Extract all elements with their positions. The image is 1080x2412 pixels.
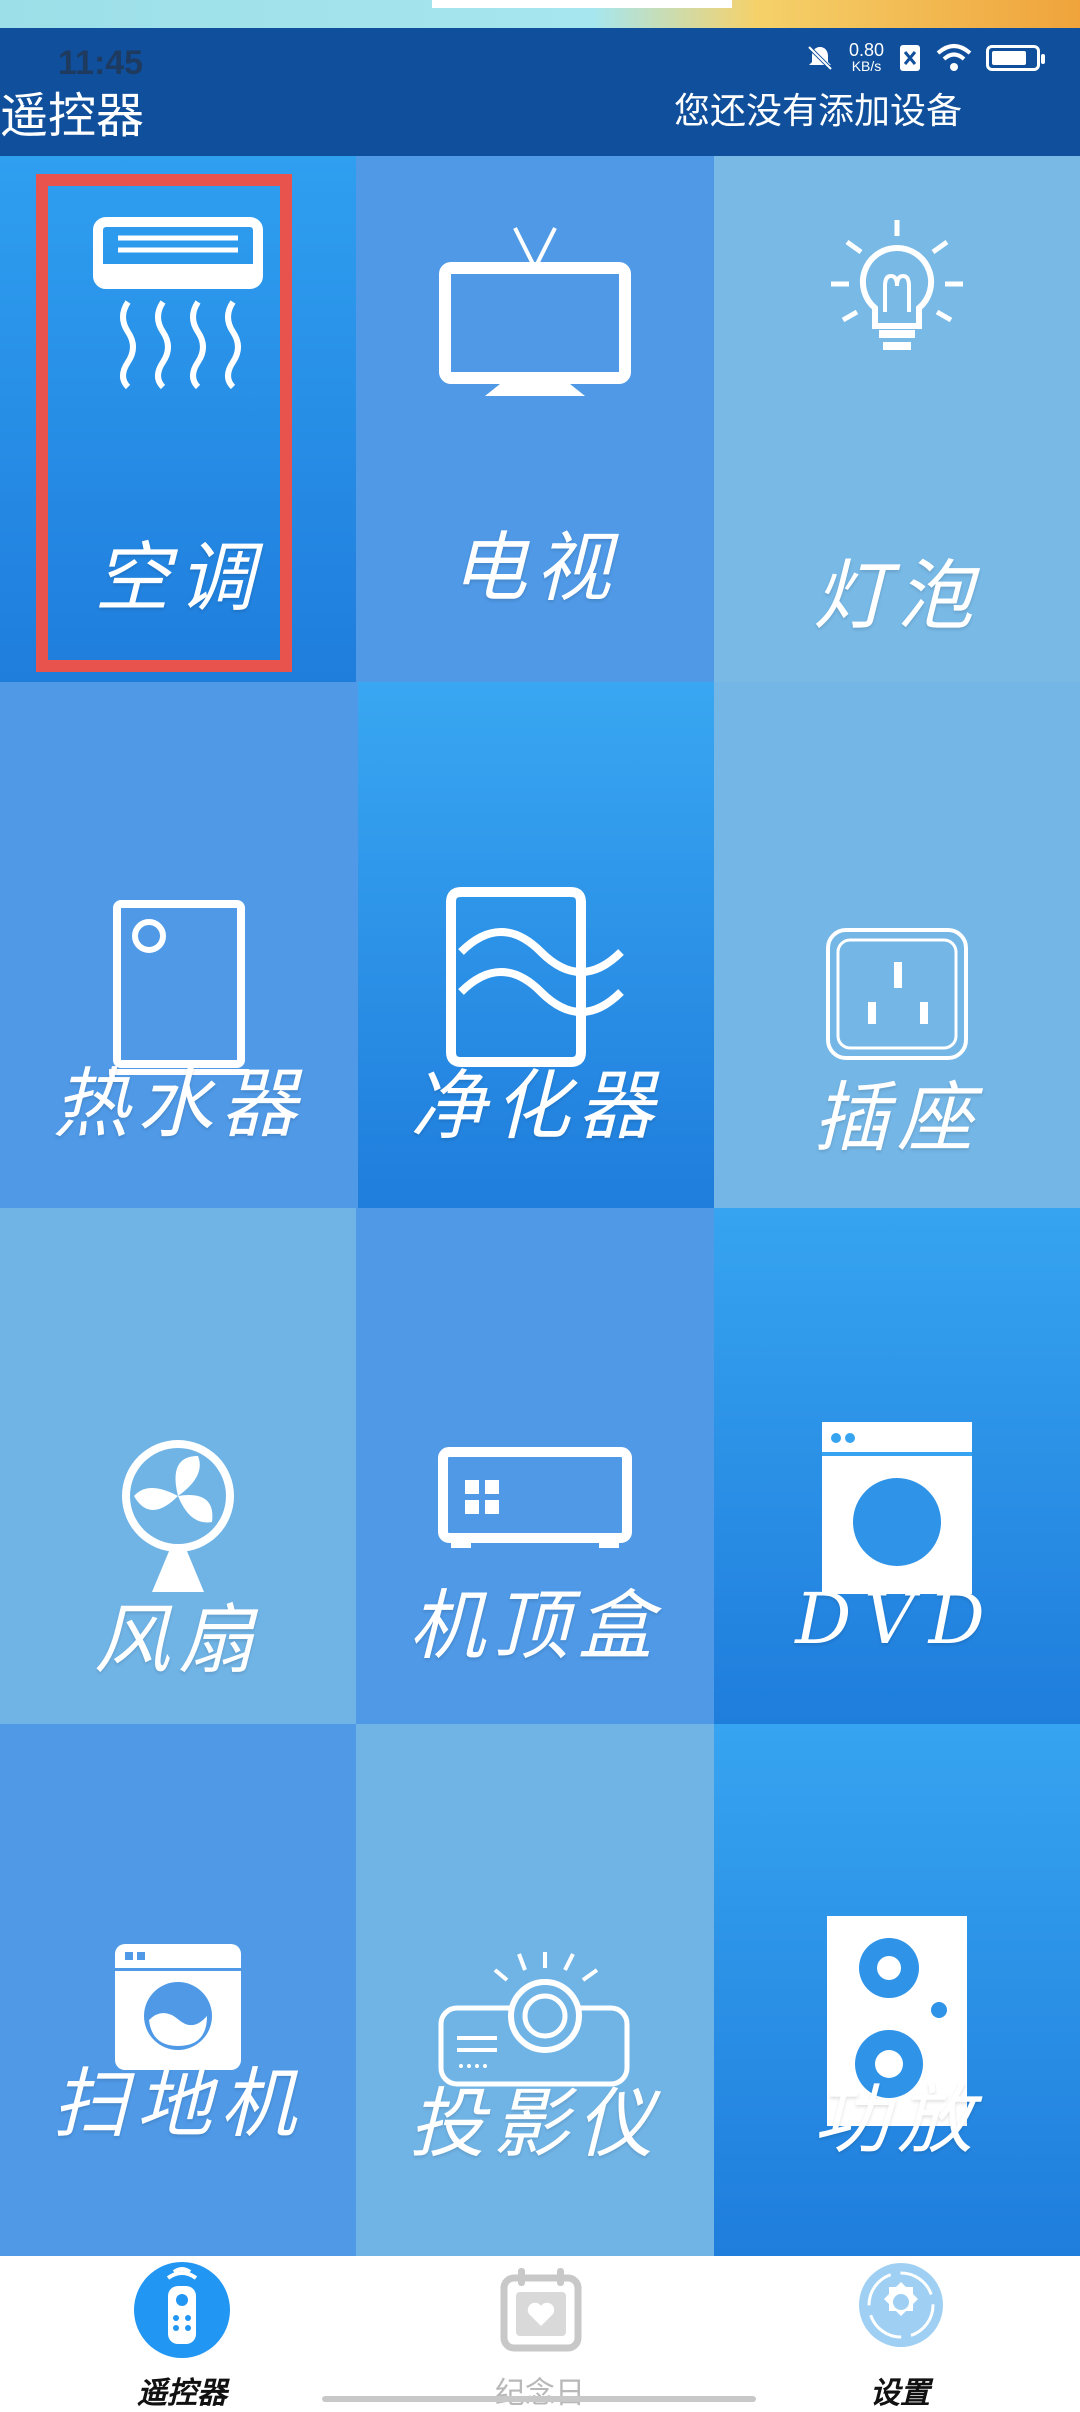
nav-label: 设置 xyxy=(870,2376,930,2411)
tile-label: 灯泡 xyxy=(813,551,981,640)
speed-value: 0.80 xyxy=(848,40,884,60)
no-device-notice: 您还没有添加设备 xyxy=(673,91,962,132)
tile-label: 功放 xyxy=(813,2075,981,2164)
tile-light-bulb[interactable]: 灯泡 xyxy=(714,156,1080,682)
tile-label: 投影仪 xyxy=(409,2079,661,2168)
tile-set-top-box[interactable]: 机顶盒 xyxy=(356,1208,714,1724)
app-header: 11:45 0.80 KB/s 遥控器 您还没有添加设备 xyxy=(0,28,1080,156)
light-bulb-icon xyxy=(714,212,1080,472)
page-title: 遥控器 xyxy=(0,88,145,144)
status-icons: 0.80 KB/s xyxy=(805,40,1045,74)
nav-label: 纪念日 xyxy=(495,2376,585,2411)
air-conditioner-icon xyxy=(0,212,356,472)
tile-label: 插座 xyxy=(813,1073,981,1162)
tile-socket[interactable]: 插座 xyxy=(714,682,1080,1208)
sim-icon xyxy=(900,45,920,71)
battery-icon xyxy=(986,45,1045,71)
top-banner-strip xyxy=(0,0,1080,28)
tile-fan[interactable]: 风扇 xyxy=(0,1208,356,1724)
tile-label: 机顶盒 xyxy=(409,1581,661,1670)
tile-label: 扫地机 xyxy=(52,2059,304,2148)
nav-remote-control[interactable]: 遥控器 xyxy=(82,2256,282,2411)
speed-unit: KB/s xyxy=(851,58,882,74)
tile-label: 热水器 xyxy=(53,1059,305,1148)
tile-robot-vacuum[interactable]: 扫地机 xyxy=(0,1724,356,2256)
remote-control-icon xyxy=(134,2262,230,2358)
home-indicator[interactable] xyxy=(322,2396,756,2402)
tile-label: DVD xyxy=(795,1578,999,1660)
tile-label: 风扇 xyxy=(94,1595,262,1684)
tile-tv[interactable]: 电视 xyxy=(356,156,714,682)
banner-notch xyxy=(432,0,732,8)
device-grid: 空调 电视 灯泡 热水器 净化器 插座 风扇 机顶盒 DVD 扫地机 投影仪 功… xyxy=(0,156,1080,2256)
tv-icon xyxy=(356,220,714,480)
tile-air-purifier[interactable]: 净化器 xyxy=(358,682,714,1208)
tile-air-conditioner[interactable]: 空调 xyxy=(0,156,356,682)
mute-bell-icon xyxy=(807,45,833,71)
tile-label: 空调 xyxy=(94,533,262,622)
settings-gear-icon xyxy=(859,2263,943,2347)
tile-amplifier[interactable]: 功放 xyxy=(714,1724,1080,2256)
nav-anniversary[interactable]: 纪念日 xyxy=(440,2256,640,2411)
nav-settings[interactable]: 设置 xyxy=(800,2256,1000,2411)
tile-label: 电视 xyxy=(451,523,619,612)
bottom-navigation: 遥控器 纪念日 设置 xyxy=(0,2256,1080,2411)
tile-label: 净化器 xyxy=(410,1061,662,1150)
tile-projector[interactable]: 投影仪 xyxy=(356,1724,714,2256)
tile-dvd[interactable]: DVD xyxy=(714,1208,1080,1724)
wifi-icon xyxy=(936,44,972,71)
nav-label: 遥控器 xyxy=(137,2376,227,2411)
calendar-heart-icon xyxy=(500,2268,582,2352)
network-speed: 0.80 KB/s xyxy=(848,40,884,74)
tile-water-heater[interactable]: 热水器 xyxy=(0,682,358,1208)
